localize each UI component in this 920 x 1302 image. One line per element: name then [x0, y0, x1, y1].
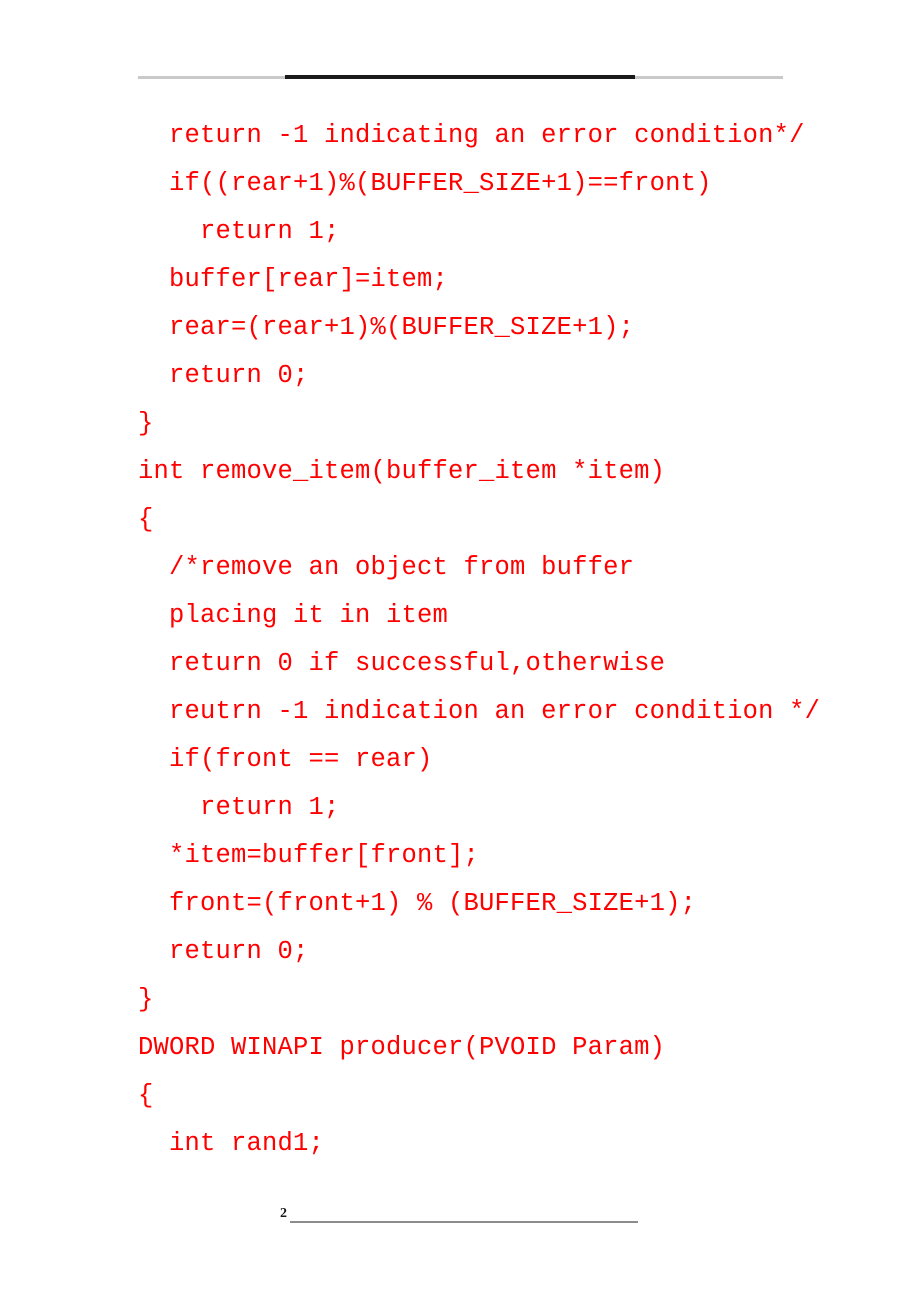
- code-line: rear=(rear+1)%(BUFFER_SIZE+1);: [138, 313, 635, 342]
- code-line: front=(front+1) % (BUFFER_SIZE+1);: [138, 889, 697, 918]
- code-line: return -1 indicating an error condition*…: [138, 121, 805, 150]
- code-line: reutrn -1 indication an error condition …: [138, 697, 821, 726]
- code-line: buffer[rear]=item;: [138, 265, 449, 294]
- code-line: if(front == rear): [138, 745, 433, 774]
- page-footer: 2: [278, 1200, 678, 1234]
- code-line: int rand1;: [138, 1129, 325, 1158]
- code-line: DWORD WINAPI producer(PVOID Param): [138, 1033, 666, 1062]
- code-block: return -1 indicating an error condition*…: [138, 112, 838, 1168]
- code-line: }: [138, 409, 154, 438]
- code-line: int remove_item(buffer_item *item): [138, 457, 666, 486]
- footer-rule: [290, 1221, 638, 1223]
- code-line: {: [138, 1081, 154, 1110]
- code-line: return 0;: [138, 361, 309, 390]
- header-rule-accent: [285, 75, 635, 79]
- code-line: if((rear+1)%(BUFFER_SIZE+1)==front): [138, 169, 712, 198]
- code-line: placing it in item: [138, 601, 449, 630]
- code-line: {: [138, 505, 154, 534]
- code-line: return 1;: [138, 793, 340, 822]
- code-line: *item=buffer[front];: [138, 841, 480, 870]
- document-page: return -1 indicating an error condition*…: [0, 0, 920, 1302]
- code-line: /*remove an object from buffer: [138, 553, 635, 582]
- code-line: }: [138, 985, 154, 1014]
- code-line: return 1;: [138, 217, 340, 246]
- code-line: return 0;: [138, 937, 309, 966]
- page-number: 2: [280, 1206, 287, 1221]
- code-line: return 0 if successful,otherwise: [138, 649, 666, 678]
